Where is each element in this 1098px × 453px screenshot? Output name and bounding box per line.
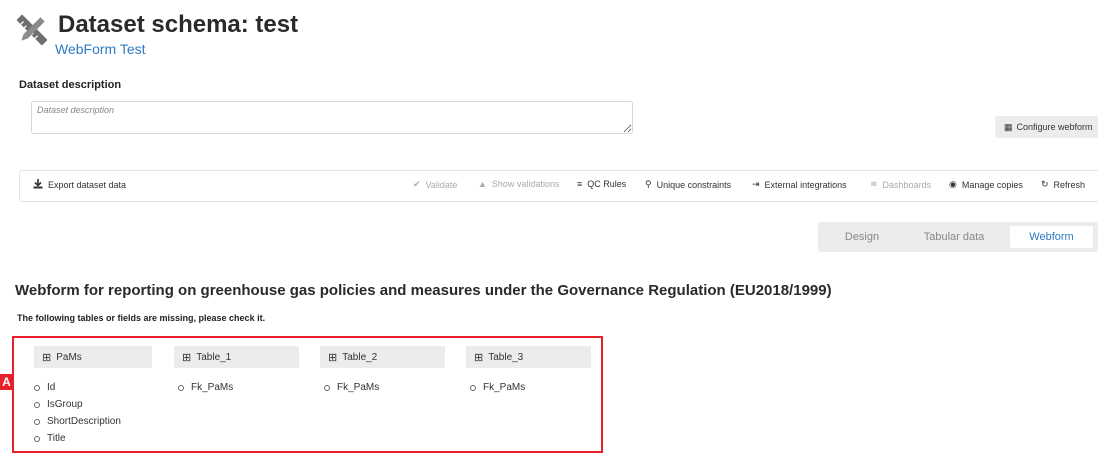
pencil-ruler-icon	[16, 14, 48, 46]
bullet-icon	[178, 384, 184, 391]
chart-icon: ≐	[870, 179, 878, 189]
camera-icon: ◉	[949, 179, 957, 189]
bullet-icon	[470, 384, 476, 391]
dashboards-label: Dashboards	[882, 179, 932, 190]
annotation-marker: A	[0, 374, 13, 390]
download-icon	[33, 179, 43, 191]
missing-table-header: ⊞ PaMs	[34, 346, 152, 368]
show-validations-label: Show validations	[491, 179, 560, 189]
dataflow-subtitle[interactable]: WebForm Test	[55, 41, 146, 57]
export-dataset-label: Export dataset data	[48, 180, 127, 190]
tab-design[interactable]: Design	[826, 226, 898, 248]
manage-copies-label: Manage copies	[961, 179, 1023, 190]
qc-rules-button[interactable]: ≡ QC Rules	[577, 179, 626, 189]
table-icon: ⊞	[182, 351, 192, 364]
dataset-description-label: Dataset description	[19, 79, 122, 91]
field-name: Fk_PaMs	[483, 382, 526, 393]
missing-field-item: Title	[34, 433, 66, 444]
table-icon: ▦	[1004, 121, 1013, 132]
external-integrations-button[interactable]: ⇥ External integrations	[752, 179, 847, 190]
bullet-icon	[34, 435, 40, 442]
field-name: Fk_PaMs	[337, 382, 380, 393]
dashboards-button[interactable]: ≐ Dashboards	[870, 179, 931, 190]
table-name: Table_2	[342, 351, 378, 363]
configure-webform-button[interactable]: ▦ Configure webform	[995, 116, 1098, 138]
check-circle-icon: ✔	[413, 179, 421, 189]
show-validations-button[interactable]: ▲ Show validations	[478, 179, 559, 189]
table-name: Table_1	[196, 351, 232, 363]
refresh-icon: ↻	[1041, 179, 1049, 189]
table-icon: ⊞	[474, 351, 484, 364]
validate-button[interactable]: ✔ Validate	[413, 179, 457, 190]
sign-in-icon: ⇥	[752, 179, 760, 189]
bullet-icon	[34, 418, 40, 425]
missing-field-item: IsGroup	[34, 399, 83, 410]
list-check-icon: ≡	[577, 179, 583, 189]
missing-field-item: Fk_PaMs	[470, 382, 525, 393]
export-dataset-button[interactable]: Export dataset data	[33, 179, 126, 191]
bullet-icon	[34, 401, 40, 408]
field-name: IsGroup	[47, 399, 83, 410]
field-name: ShortDescription	[47, 416, 121, 427]
configure-webform-label: Configure webform	[1016, 122, 1093, 132]
unique-constraints-button[interactable]: ⚲ Unique constraints	[645, 179, 731, 190]
bullet-icon	[324, 384, 330, 391]
missing-field-item: Fk_PaMs	[178, 382, 233, 393]
field-name: Id	[47, 382, 56, 393]
missing-table-header: ⊞ Table_1	[174, 346, 299, 368]
qc-rules-label: QC Rules	[587, 179, 627, 189]
manage-copies-button[interactable]: ◉ Manage copies	[949, 179, 1023, 190]
table-icon: ⊞	[328, 351, 338, 364]
tab-webform[interactable]: Webform	[1010, 226, 1093, 248]
warning-icon: ▲	[478, 179, 487, 189]
table-name: PaMs	[56, 351, 82, 363]
unique-constraints-label: Unique constraints	[656, 179, 732, 190]
missing-field-item: Fk_PaMs	[324, 382, 379, 393]
webform-title: Webform for reporting on greenhouse gas …	[15, 282, 832, 299]
tab-tabular-data[interactable]: Tabular data	[908, 226, 1000, 248]
table-name: Table_3	[488, 351, 524, 363]
bullet-icon	[34, 384, 40, 391]
external-integrations-label: External integrations	[764, 179, 847, 190]
missing-field-item: ShortDescription	[34, 416, 121, 427]
validate-label: Validate	[425, 179, 458, 190]
missing-field-item: Id	[34, 382, 55, 393]
field-name: Fk_PaMs	[191, 382, 234, 393]
table-icon: ⊞	[42, 351, 52, 364]
dataset-description-input[interactable]	[31, 101, 633, 134]
key-icon: ⚲	[645, 179, 652, 189]
refresh-button[interactable]: ↻ Refresh	[1041, 179, 1085, 190]
field-name: Title	[47, 433, 66, 444]
missing-tables-message: The following tables or fields are missi…	[17, 313, 266, 323]
missing-table-header: ⊞ Table_2	[320, 346, 445, 368]
missing-table-header: ⊞ Table_3	[466, 346, 591, 368]
page-title: Dataset schema: test	[58, 11, 299, 38]
refresh-label: Refresh	[1053, 179, 1086, 190]
